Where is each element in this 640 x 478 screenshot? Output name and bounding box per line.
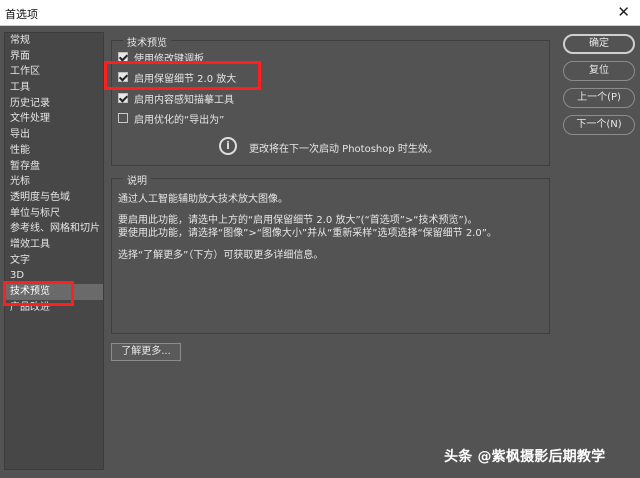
sidebar-item[interactable]: 光标 [5,174,103,190]
sidebar-item[interactable]: 工具 [5,80,103,96]
sidebar-item[interactable]: 历史记录 [5,96,103,112]
sidebar-item[interactable]: 工作区 [5,64,103,80]
sidebar-item[interactable]: 导出 [5,127,103,143]
reset-button[interactable]: 复位 [563,61,635,81]
title-bar: 首选项 ✕ [0,0,640,26]
sidebar-item[interactable]: 文件处理 [5,111,103,127]
sidebar-item[interactable]: 常规 [5,33,103,49]
sidebar-item[interactable]: 界面 [5,49,103,65]
sidebar-item[interactable]: 增效工具 [5,237,103,253]
next-button[interactable]: 下一个(N) [563,115,635,135]
option-content-aware-tracing[interactable]: 启用内容感知描摹工具 [118,91,234,106]
sidebar-item[interactable]: 单位与标尺 [5,206,103,222]
sidebar-item[interactable]: 文字 [5,253,103,269]
sidebar-item[interactable]: 性能 [5,143,103,159]
sidebar-item[interactable]: 透明度与色域 [5,190,103,206]
preferences-sidebar: 常规 界面 工作区 工具 历史记录 文件处理 导出 性能 暂存盘 光标 透明度与色域 单位与标尺 参考线… [4,32,104,470]
learn-more-button[interactable]: 了解更多... [111,343,181,361]
highlight-preserve-details [104,61,261,90]
sidebar-item[interactable]: 参考线、网格和切片 [5,221,103,237]
content-aware-tracing-label: 启用内容感知描摹工具 [134,94,234,106]
ok-button[interactable]: 确定 [563,34,635,54]
tech-preview-legend: 技术预览 [123,34,171,49]
description-line-1: 通过人工智能辅助放大技术放大图像。 [118,194,288,205]
window-title: 首选项 [5,8,38,21]
restart-note: 更改将在下一次启动 Photoshop 时生效。 [249,144,438,155]
content-aware-tracing-checkbox[interactable] [118,93,128,103]
info-circle-icon: i [219,137,237,155]
previous-button[interactable]: 上一个(P) [563,88,635,108]
highlight-tech-preview-tab [3,281,74,306]
watermark: 头条 @紫枫摄影后期教学 [444,449,606,465]
sidebar-item[interactable]: 暂存盘 [5,159,103,175]
description-line-4: 选择“了解更多”（下方）可获取更多详细信息。 [118,250,324,261]
option-optimized-export-as[interactable]: 启用优化的“导出为” [118,111,225,126]
optimized-export-as-label: 启用优化的“导出为” [134,114,225,126]
close-icon[interactable]: ✕ [617,3,630,21]
description-legend: 说明 [123,172,151,187]
optimized-export-as-checkbox[interactable] [118,113,128,123]
description-line-3: 要使用此功能，请选择“图像”>“图像大小”并从“重新采样”选项选择“保留细节 2… [118,228,497,239]
